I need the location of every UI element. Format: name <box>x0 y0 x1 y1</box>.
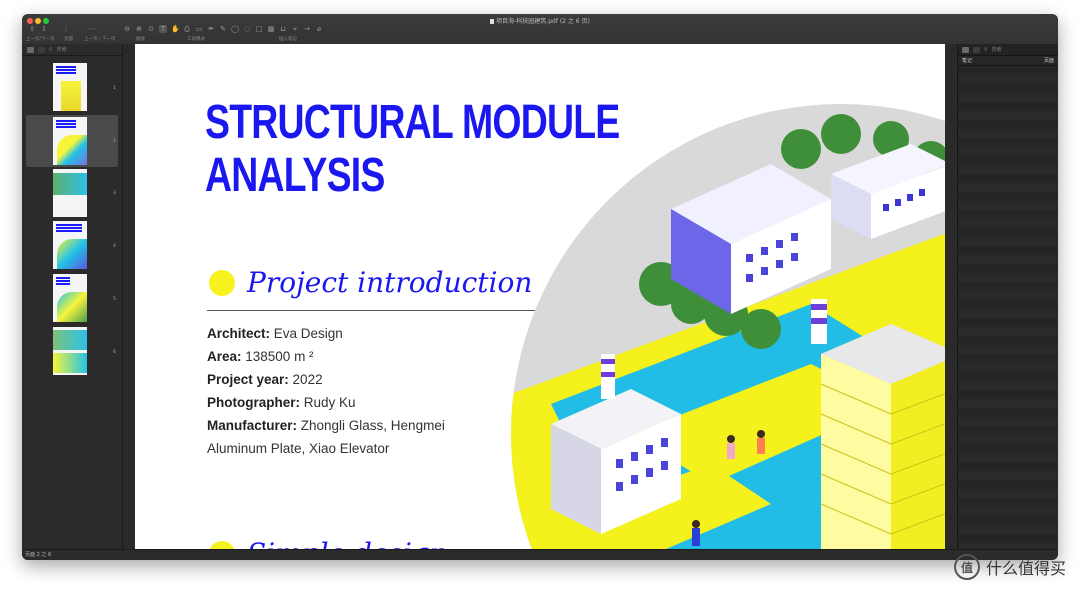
document-viewer[interactable]: STRUCTURAL MODULE ANALYSIS Project intro… <box>123 44 956 550</box>
window-title-text: 项目海-科技园建筑.pdf (2 之 6 页) <box>496 18 590 25</box>
ellipse-tool-icon[interactable]: ◯ <box>231 25 239 33</box>
notes-list-toggle[interactable] <box>962 46 969 53</box>
shape-tool-icon[interactable]: ⌖ <box>291 25 299 33</box>
zoom-in-icon[interactable]: ⊕ <box>135 25 143 33</box>
section-title: Project introduction <box>247 266 533 299</box>
sidebar-search-placeholder[interactable]: 搜索 <box>57 46 67 53</box>
page-thumbnail[interactable] <box>53 169 87 217</box>
rectangle-tool-icon[interactable]: □ <box>255 25 263 33</box>
page-thumbnail[interactable] <box>53 63 87 111</box>
pdf-page: STRUCTURAL MODULE ANALYSIS Project intro… <box>135 44 945 550</box>
thumbnail-number: 1 <box>113 86 116 91</box>
project-info: Architect: Eva Design Area: 138500 m ² P… <box>207 322 445 460</box>
thumbnail-number: 3 <box>113 191 116 196</box>
thumbnail-number: 5 <box>113 297 116 302</box>
status-bar: 页面 2 之 6 <box>22 549 1058 560</box>
smzdm-logo-icon: 值 <box>953 554 980 580</box>
next-page-arrow-icon[interactable]: ⇩ <box>40 25 48 33</box>
thumbnail-number: 4 <box>113 244 116 249</box>
thumbnail-number: 2 <box>113 139 116 144</box>
prev-page-arrow-icon[interactable]: ⇧ <box>28 25 36 33</box>
highlight-tool-icon[interactable]: ✎ <box>219 25 227 33</box>
toolbar-label-zoom: 缩放 <box>136 37 145 42</box>
info-row-manufacturer-cont: Aluminum Plate, Xiao Elevator <box>207 441 390 456</box>
underline-tool-icon[interactable]: ⊔ <box>279 25 287 33</box>
info-row-manufacturer: Manufacturer: Zhongli Glass, Hengmei <box>207 418 445 433</box>
select-rect-icon[interactable]: ▭ <box>195 25 203 33</box>
thumbnail-sidebar: ⚲ 搜索 1 2 3 4 5 6 <box>22 44 123 550</box>
toolbar-label-tool-mode: 工具模式 <box>187 37 205 42</box>
search-icon[interactable]: ⚲ <box>49 47 53 53</box>
info-row-area: Area: 138500 m ² <box>207 349 314 364</box>
notes-page-header-label[interactable]: 页面 <box>1044 57 1054 64</box>
page-thumbnail[interactable] <box>53 274 87 322</box>
table-tool-icon[interactable]: ▦ <box>267 25 275 33</box>
notes-list <box>958 66 1058 550</box>
outline-view-toggle[interactable] <box>38 46 45 53</box>
page-thumbnail[interactable] <box>53 221 87 269</box>
page-field[interactable]: ⋮ <box>62 25 70 33</box>
print-icon[interactable]: ⎙ <box>183 25 191 33</box>
toolbar-nav-group: ⇧ ⇩ ⋮ ⋯ <box>28 25 96 33</box>
text-tool-icon[interactable]: T <box>159 25 167 33</box>
site-watermark: 值 什么值得买 <box>953 554 1066 580</box>
info-row-project-year: Project year: 2022 <box>207 372 323 387</box>
toolbar-tools-group: ⊖ ⊕ ⊙ T ✋ ⎙ ▭ ✒ ✎ ◯ ◌ □ ▦ ⊔ ⌖ → ⌀ <box>123 25 323 33</box>
notes-toolbar: ⚲ 搜索 <box>958 44 1058 56</box>
page-thumbnail-selected[interactable] <box>53 117 87 165</box>
notes-panel: ⚲ 搜索 笔记 页面 <box>957 44 1058 550</box>
pdf-viewer-window: 项目海-科技园建筑.pdf (2 之 6 页) ⇧ ⇩ ⋮ ⋯ 上一页/下一页 … <box>22 14 1058 560</box>
info-row-photographer: Photographer: Rudy Ku <box>207 395 356 410</box>
thumbnails-view-toggle[interactable] <box>27 46 34 53</box>
zoom-out-icon[interactable]: ⊖ <box>123 25 131 33</box>
page-thumbnail[interactable] <box>53 327 87 375</box>
arrow-tool-icon[interactable]: → <box>303 25 311 33</box>
window-title: 项目海-科技园建筑.pdf (2 之 6 页) <box>22 16 1058 25</box>
zoom-fit-icon[interactable]: ⊙ <box>147 25 155 33</box>
lasso-tool-icon[interactable]: ◌ <box>243 25 251 33</box>
notes-search-placeholder[interactable]: 搜索 <box>992 46 1002 53</box>
sidebar-toolbar: ⚲ 搜索 <box>22 44 122 56</box>
isometric-city-illustration <box>511 104 945 550</box>
notes-grid-toggle[interactable] <box>973 46 980 53</box>
hand-tool-icon[interactable]: ✋ <box>171 25 180 33</box>
toolbar-label-prev-next-2: 上一页 / 下一页 <box>84 37 116 42</box>
attach-tool-icon[interactable]: ⌀ <box>315 25 323 33</box>
toolbar-label-prev-next: 上一页/下一页 <box>26 37 55 42</box>
watermark-text: 什么值得买 <box>985 559 1066 578</box>
notes-search-icon[interactable]: ⚲ <box>984 47 988 53</box>
toolbar-label-page: 页面 <box>64 37 73 42</box>
title-bar: 项目海-科技园建筑.pdf (2 之 6 页) ⇧ ⇩ ⋮ ⋯ 上一页/下一页 … <box>22 14 1058 45</box>
notes-header-label[interactable]: 笔记 <box>962 57 972 64</box>
pen-tool-icon[interactable]: ✒ <box>207 25 215 33</box>
section-project-introduction: Project introduction <box>209 266 532 299</box>
yellow-bullet-dot <box>209 269 235 296</box>
toolbar-label-insert-note: 插入笔记 <box>279 37 297 42</box>
page-indicator: 页面 2 之 6 <box>25 552 52 558</box>
thumbnail-number: 6 <box>113 350 116 355</box>
prev-next-button[interactable]: ⋯ <box>88 25 96 33</box>
notes-column-header: 笔记 页面 <box>958 56 1058 66</box>
pdf-document-icon <box>490 19 495 24</box>
info-row-architect: Architect: Eva Design <box>207 326 343 341</box>
